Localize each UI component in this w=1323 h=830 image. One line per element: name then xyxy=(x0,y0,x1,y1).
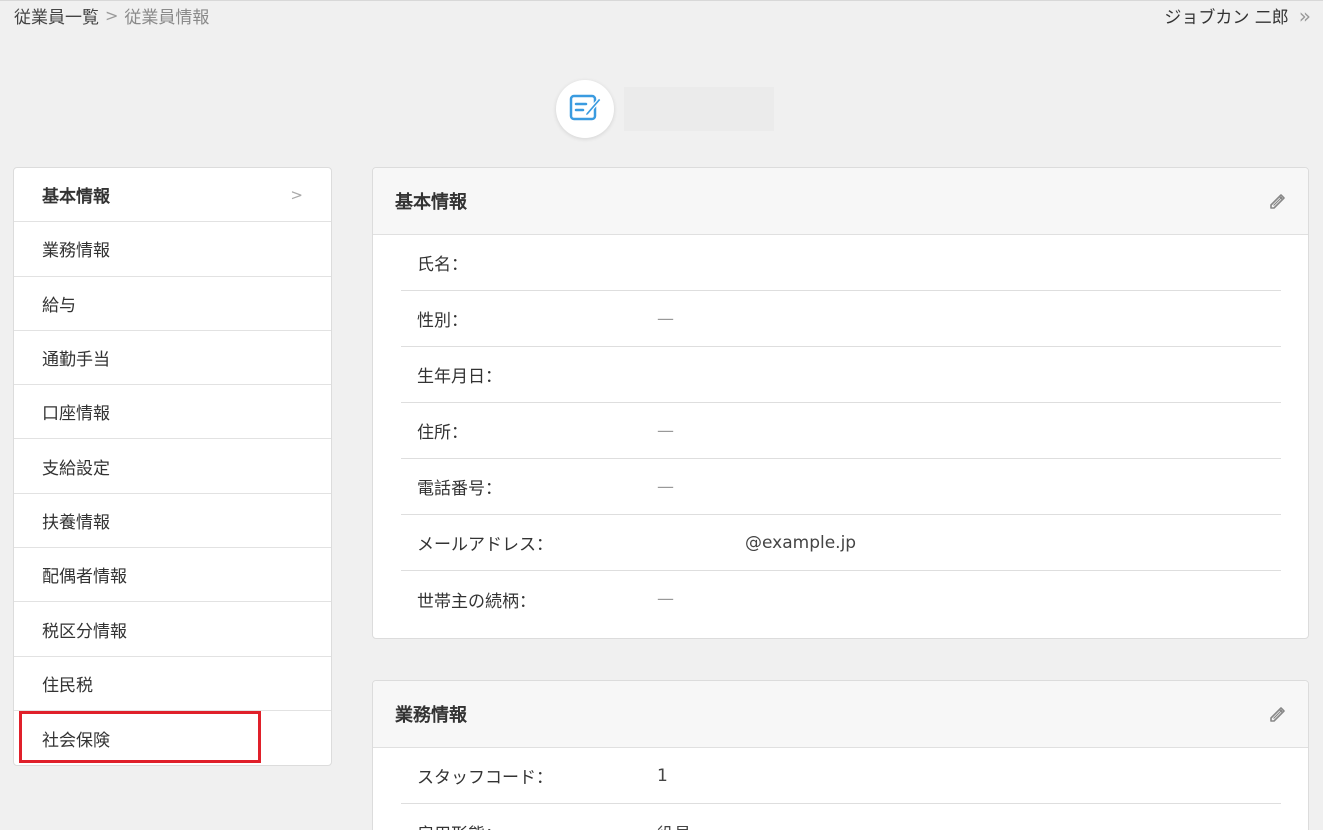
sidebar-item-label: 業務情報 xyxy=(42,241,110,262)
edit-pencil-icon[interactable] xyxy=(1268,191,1288,211)
info-row-birthdate: 生年月日： xyxy=(401,347,1281,403)
card-body: スタッフコード： 1 雇用形態： 役員 xyxy=(373,748,1308,830)
sidebar-item-label: 口座情報 xyxy=(42,404,110,425)
sidebar-item-label: 支給設定 xyxy=(42,458,110,479)
card-body: 氏名： 性別： — 生年月日： 住所： — 電話番号： — メールアドレス： @… xyxy=(373,235,1308,627)
sidebar-item-salary[interactable]: 給与 xyxy=(14,277,331,331)
sidebar-item-label: 扶養情報 xyxy=(42,512,110,533)
sidebar-item-resident-tax[interactable]: 住民税 xyxy=(14,657,331,711)
edit-profile-button[interactable] xyxy=(556,80,614,138)
field-label: メールアドレス： xyxy=(417,535,553,555)
info-row-gender: 性別： — xyxy=(401,291,1281,347)
card-title: 業務情報 xyxy=(395,705,467,726)
note-edit-icon xyxy=(568,92,602,126)
breadcrumb-employee-list[interactable]: 従業員一覧 xyxy=(14,3,99,28)
highlight-annotation-box xyxy=(19,711,261,763)
employee-header xyxy=(556,80,774,138)
breadcrumb-separator: > xyxy=(105,6,119,25)
sidebar-item-label: 給与 xyxy=(42,295,76,316)
sidebar-item-tax-category[interactable]: 税区分情報 xyxy=(14,602,331,657)
sidebar-item-label: 基本情報 xyxy=(42,187,110,208)
info-row-address: 住所： — xyxy=(401,403,1281,459)
breadcrumb: 従業員一覧 > 従業員情報 xyxy=(14,3,209,28)
next-employee-icon[interactable]: » xyxy=(1299,4,1311,28)
employee-name-placeholder xyxy=(624,87,774,131)
work-info-card: 業務情報 スタッフコード： 1 雇用形態： 役員 xyxy=(372,680,1309,830)
sidebar-item-label: 税区分情報 xyxy=(42,621,127,642)
sidebar-item-label: 通勤手当 xyxy=(42,350,110,371)
sidebar-item-label: 配偶者情報 xyxy=(42,567,127,588)
field-value: — xyxy=(657,589,674,609)
field-value: @example.jp xyxy=(745,532,857,553)
field-value: 1 xyxy=(657,765,668,786)
info-row-phone: 電話番号： — xyxy=(401,459,1281,515)
field-value: 役員 xyxy=(657,820,691,830)
field-value: — xyxy=(657,476,674,497)
field-label: 電話番号： xyxy=(417,479,502,499)
field-value: — xyxy=(657,308,674,329)
card-header: 基本情報 xyxy=(373,168,1308,235)
sidebar-item-commute-allowance[interactable]: 通勤手当 xyxy=(14,331,331,386)
edit-pencil-icon[interactable] xyxy=(1268,704,1288,724)
field-label: 世帯主の続柄： xyxy=(417,591,536,612)
card-title: 基本情報 xyxy=(395,192,467,213)
top-divider xyxy=(0,0,1323,1)
sidebar-item-payment-settings[interactable]: 支給設定 xyxy=(14,439,331,494)
info-row-household-relation: 世帯主の続柄： — xyxy=(401,571,1281,627)
card-header: 業務情報 xyxy=(373,681,1308,748)
basic-info-card: 基本情報 氏名： 性別： — 生年月日： 住所： — 電話番号： — メールアド… xyxy=(372,167,1309,639)
chevron-right-icon: > xyxy=(290,185,303,204)
sidebar-item-bank-account[interactable]: 口座情報 xyxy=(14,385,331,440)
info-row-name: 氏名： xyxy=(401,235,1281,291)
breadcrumb-employee-info: 従業員情報 xyxy=(124,8,210,28)
field-label: 性別： xyxy=(417,311,468,331)
sidebar-item-spouse[interactable]: 配偶者情報 xyxy=(14,548,331,603)
field-label: スタッフコード： xyxy=(417,768,553,788)
info-row-staff-code: スタッフコード： 1 xyxy=(401,748,1281,804)
field-value: — xyxy=(657,420,674,441)
info-row-email: メールアドレス： @example.jp xyxy=(401,515,1281,571)
user-area: ジョブカン 二郎 » xyxy=(1164,3,1311,29)
info-row-employment-type: 雇用形態： 役員 xyxy=(401,804,1281,830)
sidebar-item-label: 住民税 xyxy=(42,675,93,696)
sidebar-item-work-info[interactable]: 業務情報 xyxy=(14,222,331,277)
user-name: ジョブカン 二郎 xyxy=(1164,8,1289,28)
field-label: 生年月日： xyxy=(417,367,502,387)
field-label: 氏名： xyxy=(417,255,468,275)
sidebar-menu: 基本情報 > 業務情報 給与 通勤手当 口座情報 支給設定 扶養情報 配偶者情報… xyxy=(13,167,332,767)
sidebar-item-basic-info[interactable]: 基本情報 > xyxy=(14,168,331,223)
field-label: 雇用形態： xyxy=(401,820,657,830)
field-label: 住所： xyxy=(417,423,468,443)
sidebar-item-dependents[interactable]: 扶養情報 xyxy=(14,494,331,549)
